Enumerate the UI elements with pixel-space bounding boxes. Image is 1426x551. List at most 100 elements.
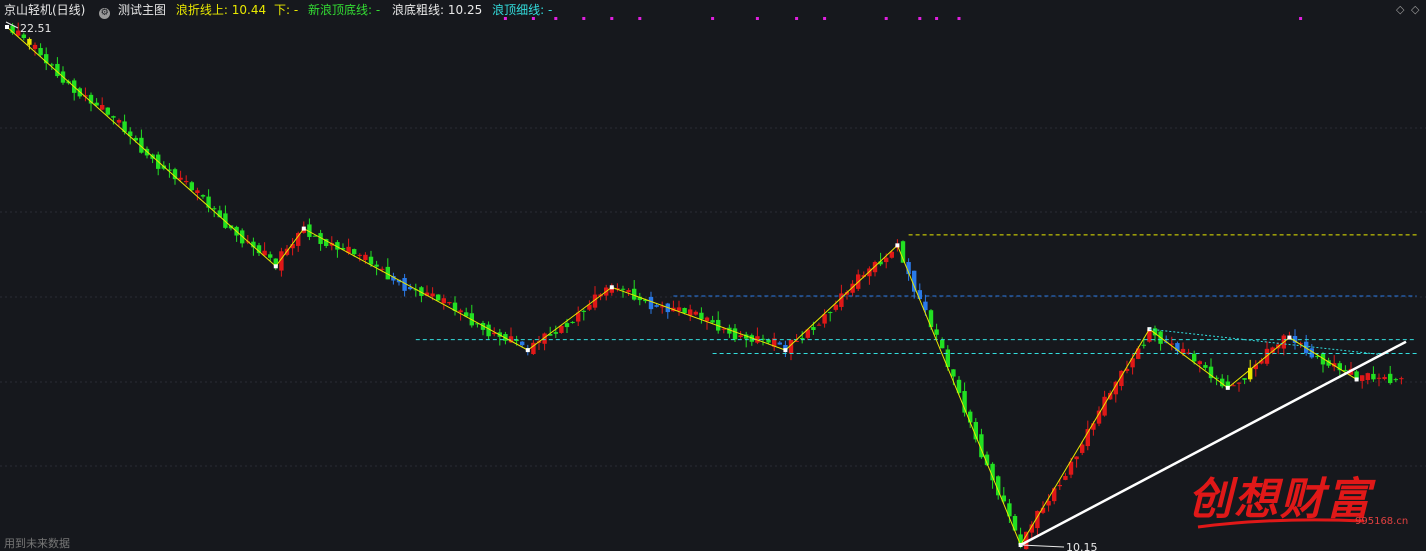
candle-body [105, 107, 110, 115]
candle-body [189, 182, 194, 191]
candle-body [1393, 379, 1398, 381]
candle-body [811, 327, 816, 331]
candle-body [21, 34, 26, 39]
zigzag-line [6, 26, 1357, 547]
candle-body [559, 325, 564, 333]
gear-icon[interactable]: ⚙ [99, 8, 111, 19]
new-top-label: 新浪顶底线: [307, 3, 373, 17]
candle-body [553, 332, 558, 334]
candle-body [682, 307, 687, 314]
candle-body [654, 305, 659, 307]
wave-up-label: 浪折线上: [175, 3, 228, 17]
candle-body [380, 268, 385, 270]
candle-body [441, 298, 446, 304]
candle-body [1180, 348, 1186, 353]
candle-body [968, 411, 973, 423]
candle-body [268, 254, 273, 258]
watermark-logo: 创想财富 [1188, 474, 1372, 525]
candle-body [934, 329, 939, 335]
watermark-url: 995168.cn [1355, 516, 1409, 527]
indicator-header: 京山轻机(日线) ⚙ 测试主图 浪折线上: 10.44 下: - 新浪顶底线: … [0, 0, 1426, 20]
wave-point [273, 264, 278, 269]
wave-point [895, 243, 900, 248]
candle-body [699, 312, 704, 320]
candle-body [1343, 369, 1348, 371]
candle-body [1388, 373, 1393, 384]
candle-body [828, 312, 833, 314]
candle-body [816, 324, 822, 326]
candle-body [1057, 484, 1062, 487]
candle-body [1052, 488, 1057, 502]
candle-body [766, 339, 771, 343]
candle-body [374, 264, 379, 267]
candle-body [447, 302, 452, 304]
candle-body [1376, 377, 1382, 379]
candle-body [200, 195, 206, 197]
footer-note: 用到未来数据 [4, 537, 70, 550]
candle-body [1242, 378, 1247, 380]
candle-body [1360, 375, 1365, 382]
candle-body [839, 293, 844, 307]
stock-title[interactable]: 京山轻机(日线) [4, 0, 85, 20]
candle-body [1365, 373, 1370, 381]
candle-body [458, 310, 463, 313]
candle-body [732, 328, 738, 340]
candle-body [1074, 456, 1079, 460]
candle-body [178, 177, 183, 180]
high-label: 22.51 [20, 22, 52, 35]
candle-body [738, 335, 743, 338]
low-label: 10.15 [1066, 541, 1098, 551]
candle-body [195, 190, 200, 194]
candle-body [581, 310, 586, 312]
bottom-thick-value: 10.25 [447, 3, 483, 17]
top-thin-value: - [547, 3, 553, 17]
candle-body [27, 38, 32, 45]
diamond-icon[interactable]: ◇ [1396, 3, 1404, 16]
candle-body [676, 307, 682, 311]
candle-body [430, 293, 435, 297]
candle-body [1192, 353, 1197, 362]
candle-body [1197, 361, 1202, 365]
candle-body [800, 338, 805, 340]
candle-body [363, 254, 368, 261]
candle-body [100, 104, 105, 110]
candle-body [184, 180, 189, 183]
wave-point [1354, 377, 1359, 382]
candle-body [1080, 444, 1085, 453]
wave-down-label: 下: [273, 3, 290, 17]
wave-down-value: - [293, 3, 299, 17]
candle-body [693, 311, 698, 315]
candle-body [352, 249, 357, 255]
wave-point [525, 348, 530, 353]
candle-body [564, 323, 570, 328]
candle-body [1371, 373, 1376, 380]
diamond-icon[interactable]: ◇ [1411, 3, 1419, 16]
candle-body [111, 116, 116, 118]
wave-point [1225, 385, 1230, 390]
candle-body [212, 208, 217, 210]
candle-body [1141, 344, 1146, 346]
candle-body [116, 120, 122, 123]
candle-body [951, 369, 956, 377]
candle-body [38, 48, 43, 56]
candle-body [32, 44, 38, 49]
wave-point [1287, 335, 1292, 340]
candle-body [1203, 365, 1208, 368]
wave-up-value: 10.44 [231, 3, 267, 17]
candle-body [368, 256, 374, 265]
top-thin-label: 浪顶细线: [492, 3, 545, 17]
candle-body [777, 342, 782, 345]
candle-body [296, 233, 301, 246]
candle-body [570, 321, 575, 323]
candle-body [884, 257, 889, 263]
candle-body [1231, 385, 1236, 387]
wave-point [609, 285, 614, 290]
candle-body [1399, 378, 1404, 380]
indicator-name[interactable]: 测试主图 [118, 0, 166, 20]
candle-body [1382, 377, 1387, 380]
candle-body [648, 296, 654, 310]
wave-point [301, 226, 306, 231]
candle-body [620, 288, 626, 290]
new-top-value: - [375, 3, 381, 17]
candle-body [704, 317, 710, 322]
